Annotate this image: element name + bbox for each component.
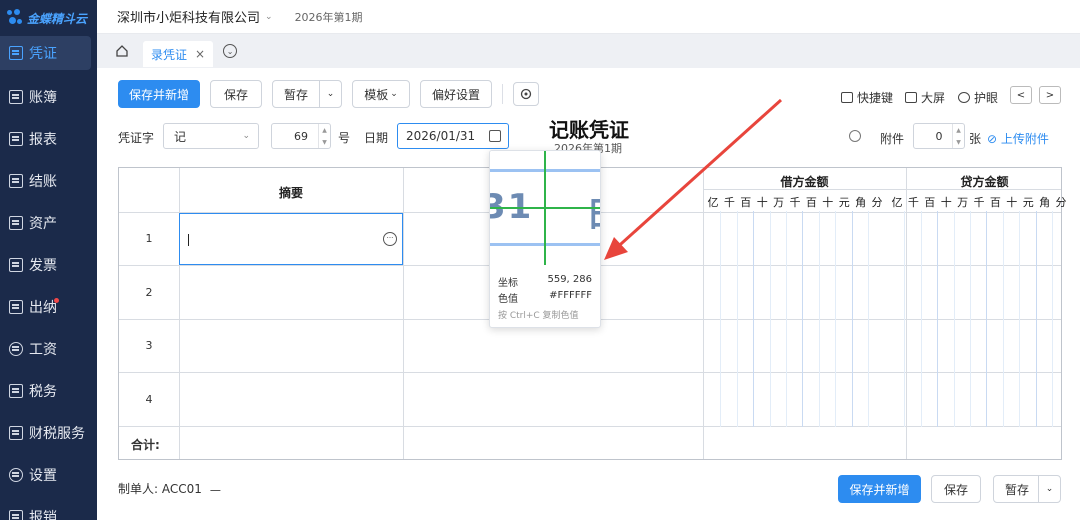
annotation-arrow: [604, 98, 783, 260]
